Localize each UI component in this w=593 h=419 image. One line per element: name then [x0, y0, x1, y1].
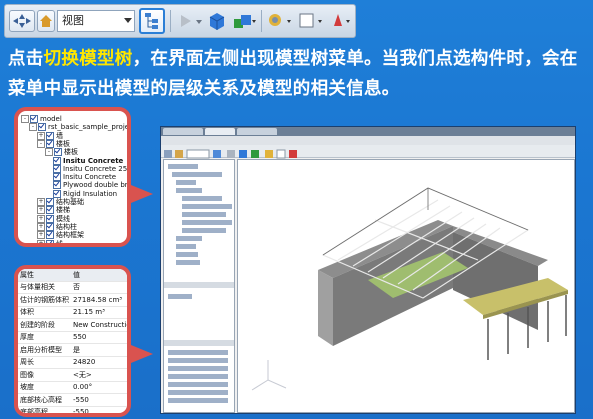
property-value: 否: [71, 281, 127, 294]
view-select[interactable]: 视图: [57, 10, 135, 32]
tree-item[interactable]: + 线: [37, 239, 63, 247]
expand-icon[interactable]: +: [37, 239, 45, 243]
toolbar: 视图: [4, 4, 356, 38]
annotation-icon[interactable]: [329, 10, 353, 32]
property-row[interactable]: 图像 <无>: [18, 368, 127, 382]
property-row[interactable]: 周长 24820: [18, 356, 127, 369]
property-row[interactable]: 启用分析模型是: [18, 343, 127, 357]
navigate-icon[interactable]: [9, 10, 35, 32]
property-name: 图像: [18, 368, 71, 382]
property-value: <无>: [71, 368, 127, 382]
collapse-icon[interactable]: -: [37, 139, 45, 148]
property-name: 创建的阶段: [18, 318, 71, 332]
window-toolbar: [161, 145, 575, 159]
toolbar-separator: [261, 10, 262, 32]
property-row[interactable]: 坡度 0.00°: [18, 381, 127, 394]
collapse-icon[interactable]: -: [21, 115, 29, 123]
chevron-down-icon: [124, 18, 132, 23]
header-value: 值: [71, 269, 127, 282]
cube-icon[interactable]: [206, 10, 228, 32]
property-value: 0.00°: [71, 381, 127, 394]
property-value: 27184.58 cm³: [71, 293, 127, 307]
property-row[interactable]: 与体量相关否: [18, 281, 127, 294]
property-name: 底部核心高程: [18, 393, 71, 407]
property-value: -550: [71, 393, 127, 407]
property-name: 坡度: [18, 381, 71, 394]
app-side-panel: [163, 159, 235, 413]
property-row[interactable]: 厚度 550: [18, 331, 127, 344]
cube-multiple-icon[interactable]: [231, 10, 257, 32]
model-tree-callout: - model - rst_basic_sample_project + 墙 - 楼板 - 楼板 I…: [14, 107, 131, 247]
properties-callout: 属性值与体量相关否估计的钢筋体积 27184.58 cm³ 体积 21.15 m³ 创建…: [14, 265, 131, 417]
property-value: 550: [71, 331, 127, 344]
headline: 点击切换模型树，在界面左侧出现模型树菜单。当我们点选构件时，会在菜单中显示出模型…: [8, 44, 588, 104]
property-row[interactable]: 估计的钢筋体积 27184.58 cm³: [18, 293, 127, 307]
props-pointer: [131, 345, 153, 363]
property-name: 周长: [18, 356, 71, 369]
window-title-bar: [161, 127, 575, 136]
headline-text-1: 点击: [8, 49, 44, 69]
collapse-icon[interactable]: -: [29, 123, 37, 132]
play-dropdown-icon[interactable]: [195, 10, 203, 32]
tree-item-label: 线: [56, 239, 63, 247]
property-value: 是: [71, 343, 127, 357]
view-select-value: 视图: [62, 14, 84, 27]
model-tree-icon[interactable]: [139, 8, 165, 34]
properties-table: 属性值与体量相关否估计的钢筋体积 27184.58 cm³ 体积 21.15 m³ 创建…: [18, 269, 127, 413]
property-value: New Construction: [71, 318, 127, 332]
property-name: 体积: [18, 306, 71, 319]
app-screenshot: [160, 126, 576, 414]
3d-viewport[interactable]: [237, 159, 575, 413]
property-row[interactable]: 创建的阶段 New Construction: [18, 318, 127, 332]
play-icon[interactable]: [175, 10, 195, 32]
property-value: -550: [71, 406, 127, 413]
tree-pointer: [131, 185, 153, 203]
headline-highlight: 切换模型树: [43, 49, 133, 69]
header-property: 属性: [18, 269, 71, 282]
toolbar-separator: [170, 10, 171, 32]
property-name: 与体量相关: [18, 281, 71, 294]
home-icon[interactable]: [37, 10, 55, 32]
property-name: 启用分析模型: [18, 343, 71, 357]
property-row[interactable]: 底部核心高程 -550: [18, 393, 127, 407]
property-value: 24820: [71, 356, 127, 369]
property-row[interactable]: 底部高程 -550: [18, 406, 127, 413]
property-value: 21.15 m³: [71, 306, 127, 319]
property-name: 估计的钢筋体积: [18, 293, 71, 307]
collapse-icon[interactable]: -: [45, 148, 53, 157]
checkbox-checked-icon[interactable]: [46, 239, 54, 243]
window-menu-bar: [161, 136, 575, 145]
property-name: 底部高程: [18, 406, 71, 413]
property-name: 厚度: [18, 331, 71, 344]
box-select-icon[interactable]: [297, 10, 325, 32]
property-row[interactable]: 体积 21.15 m³: [18, 306, 127, 319]
render-settings-icon[interactable]: [265, 10, 293, 32]
properties-header-row: 属性值: [18, 269, 127, 282]
